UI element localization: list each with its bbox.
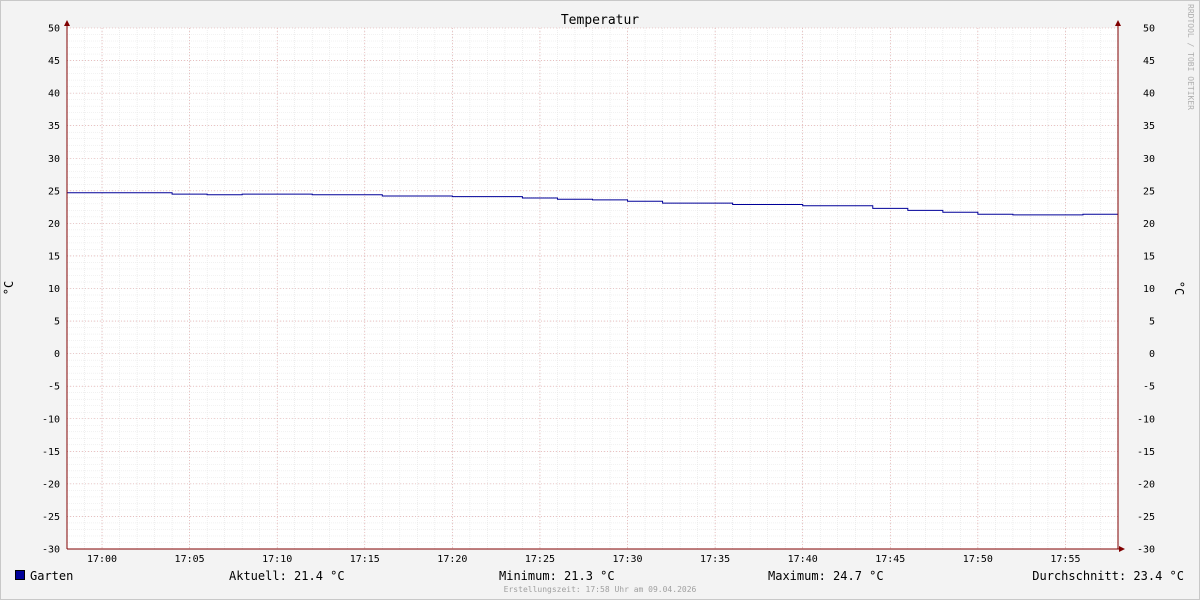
y-tick-label-left: -20: [42, 479, 60, 490]
y-tick-label-right: -15: [1137, 447, 1155, 458]
x-tick-label: 17:30: [612, 554, 642, 565]
y-tick-label-left: -10: [42, 414, 60, 425]
y-tick-label-right: 10: [1143, 284, 1155, 295]
stat-minimum: Minimum: 21.3 °C: [499, 569, 615, 583]
y-tick-label-right: -10: [1137, 414, 1155, 425]
y-tick-label-left: 15: [48, 251, 60, 262]
y-tick-label-right: 20: [1143, 219, 1155, 230]
x-tick-label: 17:00: [87, 554, 117, 565]
legend-swatch-garten: [15, 570, 25, 580]
y-tick-label-left: 40: [48, 89, 60, 100]
y-tick-label-left: -25: [42, 512, 60, 523]
y-axis-right: 50454035302520151050-5-10-15-20-25-30: [1137, 24, 1155, 556]
chart-canvas: 50454035302520151050-5-10-15-20-25-30 50…: [2, 4, 1195, 565]
y-label-right: °C: [1172, 281, 1186, 295]
y-tick-label-right: 40: [1143, 89, 1155, 100]
y-label-left: °C: [2, 281, 16, 295]
y-tick-label-left: 35: [48, 121, 60, 132]
y-tick-label-right: 45: [1143, 56, 1155, 67]
stat-average: Durchschnitt: 23.4 °C: [1032, 569, 1184, 583]
arrow-up-right-icon: [1115, 20, 1121, 26]
y-tick-label-left: 20: [48, 219, 60, 230]
y-tick-label-left: 25: [48, 186, 60, 197]
arrow-right-icon: [1119, 546, 1125, 552]
x-tick-label: 17:05: [175, 554, 205, 565]
legend-label-garten: Garten: [30, 569, 74, 583]
y-tick-label-left: 45: [48, 56, 60, 67]
y-tick-label-right: 25: [1143, 186, 1155, 197]
y-tick-label-left: 10: [48, 284, 60, 295]
x-tick-label: 17:50: [963, 554, 993, 565]
y-tick-label-left: -15: [42, 447, 60, 458]
y-tick-label-right: 0: [1149, 349, 1155, 360]
x-tick-label: 17:15: [350, 554, 380, 565]
y-tick-label-left: 50: [48, 24, 60, 35]
y-tick-label-right: 15: [1143, 251, 1155, 262]
stat-current: Aktuell: 21.4 °C: [229, 569, 345, 583]
y-tick-label-right: -20: [1137, 479, 1155, 490]
chart-title: Temperatur: [561, 13, 639, 28]
y-tick-label-left: 5: [54, 317, 60, 328]
y-tick-label-right: -5: [1143, 382, 1155, 393]
y-tick-label-right: 30: [1143, 154, 1155, 165]
y-tick-label-right: 5: [1149, 317, 1155, 328]
y-tick-label-right: -30: [1137, 545, 1155, 556]
y-tick-label-left: 30: [48, 154, 60, 165]
y-tick-label-left: -30: [42, 545, 60, 556]
stat-maximum: Maximum: 24.7 °C: [768, 569, 884, 583]
x-tick-label: 17:55: [1050, 554, 1080, 565]
x-tick-label: 17:40: [788, 554, 818, 565]
x-tick-label: 17:45: [875, 554, 905, 565]
y-tick-label-left: 0: [54, 349, 60, 360]
creation-timestamp: Erstellungszeit: 17:58 Uhr am 09.04.2026: [503, 585, 697, 594]
x-tick-label: 17:35: [700, 554, 730, 565]
y-tick-label-right: -25: [1137, 512, 1155, 523]
y-axis-left: 50454035302520151050-5-10-15-20-25-30: [42, 24, 60, 556]
x-tick-label: 17:25: [525, 554, 555, 565]
x-tick-label: 17:10: [262, 554, 292, 565]
watermark: RRDTOOL / TOBI OETIKER: [1186, 4, 1195, 110]
x-axis: 17:00 17:05 17:10 17:15 17:20 17:25 17:30 17:35…: [87, 554, 1081, 565]
x-tick-label: 17:20: [437, 554, 467, 565]
y-tick-label-right: 50: [1143, 24, 1155, 35]
y-tick-label-left: -5: [48, 382, 60, 393]
y-tick-label-right: 35: [1143, 121, 1155, 132]
arrow-up-left-icon: [64, 20, 70, 26]
